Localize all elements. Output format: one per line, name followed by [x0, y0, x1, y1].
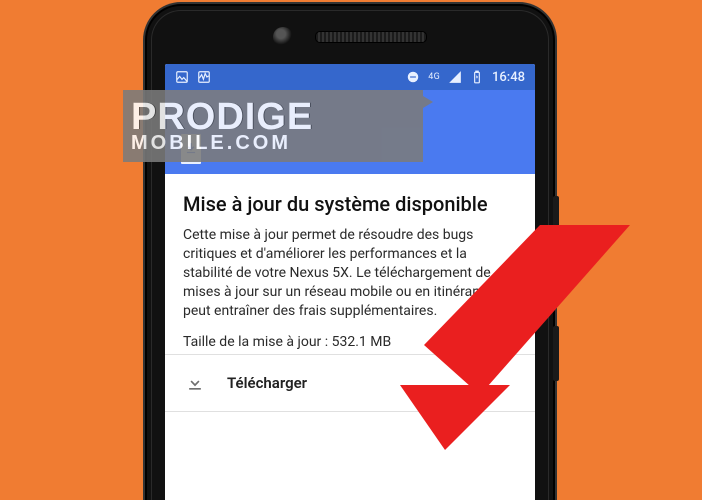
- phone-screen: 4G 16:48: [165, 64, 535, 500]
- battery-icon: [470, 70, 484, 84]
- update-content: Mise à jour du système disponible Cette …: [165, 174, 535, 354]
- page-title: Mise à jour du système disponible: [183, 192, 517, 216]
- signal-icon: [448, 70, 462, 84]
- update-description: Cette mise à jour permet de résoudre des…: [183, 226, 517, 320]
- system-update-icon: [179, 132, 203, 166]
- app-bar: [165, 90, 535, 174]
- dnd-icon: [406, 70, 420, 84]
- activity-icon: [197, 70, 211, 84]
- earpiece-speaker: [315, 31, 427, 43]
- front-camera: [273, 27, 293, 47]
- sensor-bar: [147, 30, 553, 44]
- download-button[interactable]: Télécharger: [165, 355, 535, 411]
- phone-volume-button: [553, 196, 559, 306]
- phone-frame: 4G 16:48: [147, 6, 553, 500]
- update-size-value: 532.1 MB: [332, 334, 392, 350]
- separator: [165, 411, 535, 412]
- download-label: Télécharger: [227, 374, 307, 392]
- network-label: 4G: [428, 73, 440, 82]
- picture-icon: [175, 70, 189, 84]
- update-size-label: Taille de la mise à jour :: [183, 334, 328, 350]
- clock: 16:48: [492, 70, 525, 85]
- status-bar: 4G 16:48: [165, 64, 535, 90]
- phone-power-button: [553, 326, 559, 381]
- download-icon: [185, 373, 205, 393]
- update-size: Taille de la mise à jour : 532.1 MB: [183, 334, 517, 350]
